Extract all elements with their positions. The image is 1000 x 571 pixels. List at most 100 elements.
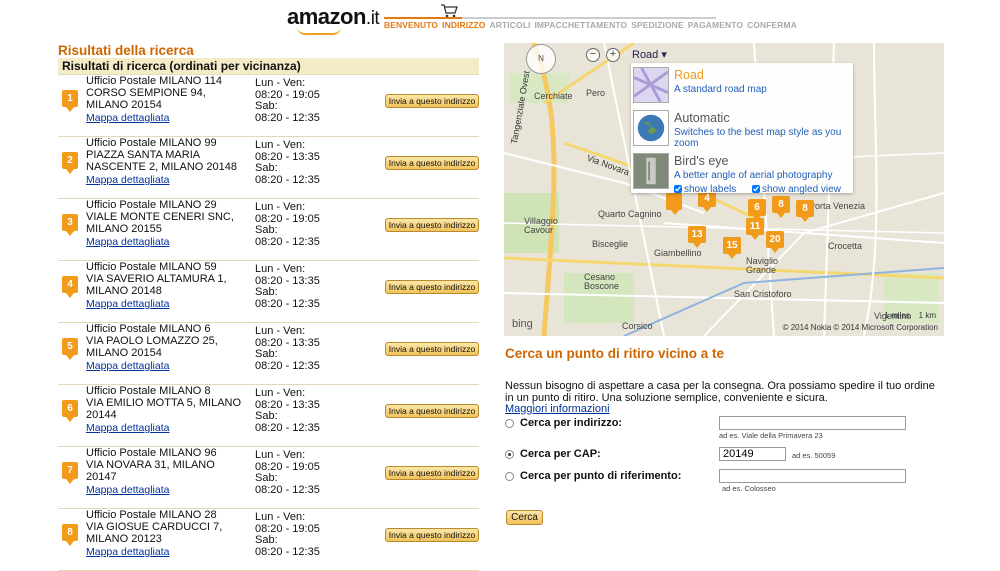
post-office-name: Ufficio Postale MILANO 114 <box>86 75 222 87</box>
results-list: 1 Ufficio Postale MILANO 114 CORSO SEMPION… <box>58 75 479 571</box>
result-row: 1 Ufficio Postale MILANO 114 CORSO SEMPION… <box>58 75 479 137</box>
opening-hours: Lun - Ven: 08:20 - 13:35 Sab: 08:20 - 12:35 <box>255 387 320 434</box>
post-office-address: VIA PAOLO LOMAZZO 25, MILANO 20154 <box>86 335 218 359</box>
map-style-automatic[interactable]: Automatic Switches to the best map style… <box>633 108 851 149</box>
show-labels-check[interactable] <box>674 185 682 194</box>
send-to-address-button[interactable]: Invia a questo indirizzo <box>385 342 479 356</box>
zoom-in-button[interactable]: + <box>606 48 620 62</box>
map-style-road[interactable]: Road A standard road map <box>633 65 851 105</box>
map-scale: 1 miles 1 km <box>884 311 936 320</box>
send-to-address-button[interactable]: Invia a questo indirizzo <box>385 404 479 418</box>
hours-line: Sab: <box>255 100 278 112</box>
hours-line: 08:20 - 12:35 <box>255 421 320 434</box>
map-place-label: San Cristoforo <box>734 289 792 299</box>
map-place-label: Cesano Boscone <box>584 272 620 291</box>
hours-line: 08:20 - 12:35 <box>255 173 320 186</box>
post-office-name: Ufficio Postale MILANO 59 <box>86 261 217 273</box>
checkout-progress: BENVENUTO INDIRIZZO ARTICOLI IMPACCHETTAMEN… <box>384 4 797 34</box>
result-row: 7 Ufficio Postale MILANO 96 VIA NOVARA 31,… <box>58 447 479 509</box>
send-to-address-button[interactable]: Invia a questo indirizzo <box>385 218 479 232</box>
result-row: 4 Ufficio Postale MILANO 59 VIA SAVERIO AL… <box>58 261 479 323</box>
map-style-birdseye[interactable]: Bird's eye A better angle of aerial phot… <box>633 151 851 195</box>
zoom-out-button[interactable]: − <box>586 48 600 62</box>
checkout-step: ARTICOLI <box>489 20 531 30</box>
result-row: 8 Ufficio Postale MILANO 28 VIA GIOSUE CAR… <box>58 509 479 571</box>
result-address: Ufficio Postale MILANO 6 VIA PAOLO LOMAZZ… <box>86 323 246 372</box>
map-place-label: Bisceglie <box>592 239 629 249</box>
opening-hours: Lun - Ven: 08:20 - 13:35 Sab: 08:20 - 12:35 <box>255 325 320 372</box>
send-to-address-button[interactable]: Invia a questo indirizzo <box>385 466 479 480</box>
result-row: 2 Ufficio Postale MILANO 99 PIAZZA SANTA M… <box>58 137 479 199</box>
hours-line: 08:20 - 12:35 <box>255 545 320 558</box>
result-address: Ufficio Postale MILANO 8 VIA EMILIO MOTTA… <box>86 385 246 434</box>
result-address: Ufficio Postale MILANO 59 VIA SAVERIO ALT… <box>86 261 246 310</box>
show-angled-check[interactable] <box>752 185 760 194</box>
map-style-dropdown[interactable]: Road ▾ <box>632 48 667 61</box>
location-marker-icon: 6 <box>62 400 78 422</box>
map-marker[interactable]: 13 <box>688 226 706 248</box>
search-by-address-option[interactable]: Cerca per indirizzo: <box>505 417 622 429</box>
map-detail-link[interactable]: Mappa dettagliata <box>86 236 246 248</box>
hours-line: Lun - Ven: <box>255 511 306 523</box>
map-marker[interactable]: 8 <box>796 200 814 222</box>
search-by-landmark-option[interactable]: Cerca per punto di riferimento: <box>505 470 681 482</box>
show-labels-checkbox[interactable]: show labels <box>674 184 736 195</box>
map-detail-link[interactable]: Mappa dettagliata <box>86 484 246 496</box>
result-address: Ufficio Postale MILANO 28 VIA GIOSUE CARD… <box>86 509 246 558</box>
radio-cap[interactable] <box>505 449 514 459</box>
opening-hours: Lun - Ven: 08:20 - 13:35 Sab: 08:20 - 12:35 <box>255 263 320 310</box>
show-angled-checkbox[interactable]: show angled view <box>752 184 841 195</box>
map-detail-link[interactable]: Mappa dettagliata <box>86 422 246 434</box>
radio-landmark[interactable] <box>505 471 514 481</box>
radio-address[interactable] <box>505 418 514 428</box>
map-place-label: Pero <box>586 88 606 98</box>
map-detail-link[interactable]: Mappa dettagliata <box>86 112 246 124</box>
more-info-link[interactable]: Maggiori informazioni <box>505 403 610 415</box>
map[interactable]: Cerchiate Pero Quarto Cagnino Villaggio … <box>504 43 944 336</box>
map-detail-link[interactable]: Mappa dettagliata <box>86 174 246 186</box>
search-button[interactable]: Cerca <box>506 510 543 525</box>
hours-line: Sab: <box>255 224 278 236</box>
hours-line: Lun - Ven: <box>255 201 306 213</box>
landmark-input[interactable] <box>719 469 906 483</box>
compass-icon[interactable]: N <box>526 44 556 74</box>
map-marker[interactable]: 6 <box>748 199 766 221</box>
search-by-cap-option[interactable]: Cerca per CAP: <box>505 448 601 460</box>
map-marker[interactable]: 20 <box>766 231 784 253</box>
search-by-address-label: Cerca per indirizzo: <box>520 417 623 429</box>
map-style-name: Bird's eye <box>674 154 729 168</box>
map-marker[interactable]: 15 <box>723 237 741 259</box>
map-style-panel: Road A standard road map Automatic Switc… <box>631 63 853 195</box>
cap-input[interactable] <box>719 447 786 461</box>
show-labels-label: show labels <box>684 184 737 195</box>
checkout-steps: BENVENUTO INDIRIZZO ARTICOLI IMPACCHETTAMEN… <box>384 20 801 30</box>
hours-line: Sab: <box>255 472 278 484</box>
address-input[interactable] <box>719 416 906 430</box>
checkout-step: SPEDIZIONE <box>631 20 684 30</box>
send-to-address-button[interactable]: Invia a questo indirizzo <box>385 280 479 294</box>
post-office-name: Ufficio Postale MILANO 96 <box>86 447 217 459</box>
shopping-cart-icon <box>441 4 458 18</box>
map-detail-link[interactable]: Mappa dettagliata <box>86 360 246 372</box>
send-to-address-button[interactable]: Invia a questo indirizzo <box>385 94 479 108</box>
map-style-name: Automatic <box>674 111 730 125</box>
location-marker-icon: 1 <box>62 90 78 112</box>
hours-line: Lun - Ven: <box>255 139 306 151</box>
map-marker[interactable]: 8 <box>772 196 790 218</box>
post-office-address: CORSO SEMPIONE 94, MILANO 20154 <box>86 87 206 111</box>
map-marker[interactable]: 11 <box>746 218 764 240</box>
hours-line: 08:20 - 12:35 <box>255 359 320 372</box>
location-marker-icon: 3 <box>62 214 78 236</box>
send-to-address-button[interactable]: Invia a questo indirizzo <box>385 156 479 170</box>
map-marker-partial[interactable] <box>666 193 682 215</box>
map-place-label: Giambellino <box>654 248 702 258</box>
address-hint: ad es. Viale della Primavera 23 <box>719 431 823 440</box>
map-detail-link[interactable]: Mappa dettagliata <box>86 298 246 310</box>
opening-hours: Lun - Ven: 08:20 - 19:05 Sab: 08:20 - 12:35 <box>255 77 320 124</box>
search-by-cap-label: Cerca per CAP: <box>520 448 601 460</box>
send-to-address-button[interactable]: Invia a questo indirizzo <box>385 528 479 542</box>
progress-bar <box>384 17 716 19</box>
map-detail-link[interactable]: Mappa dettagliata <box>86 546 246 558</box>
post-office-address: VIALE MONTE CENERI SNC, MILANO 20155 <box>86 211 234 235</box>
hours-line: Lun - Ven: <box>255 449 306 461</box>
